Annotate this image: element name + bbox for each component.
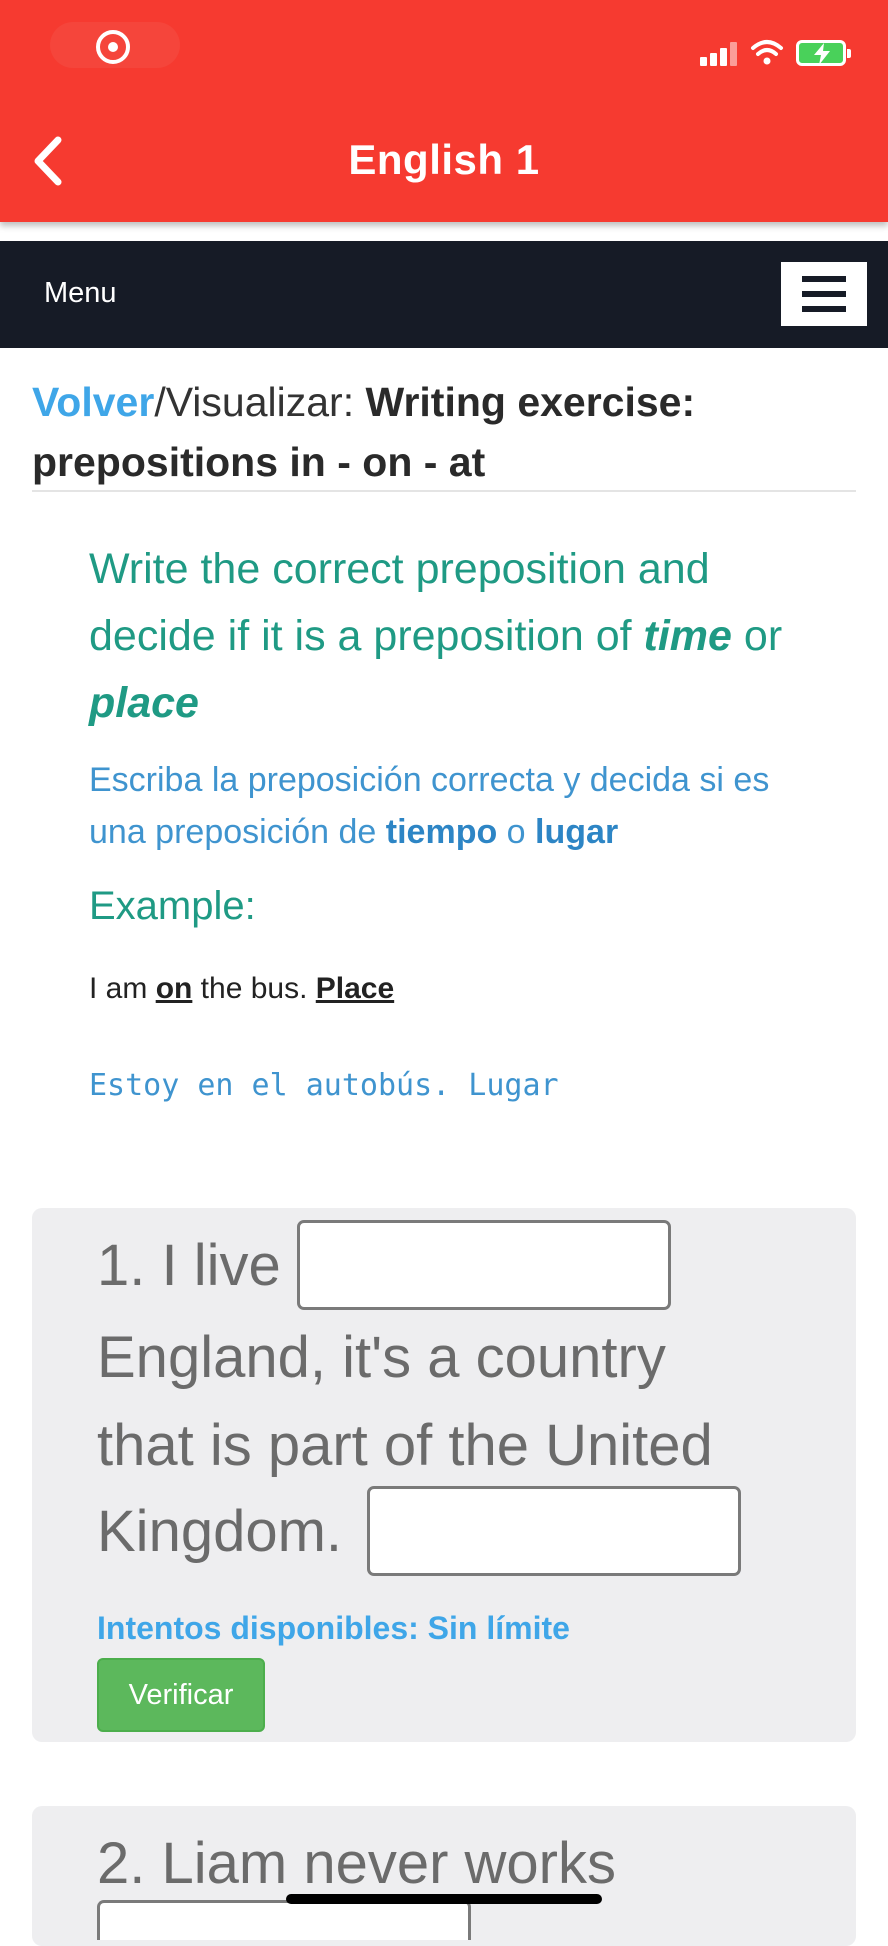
example-spanish: Estoy en el autobús. Lugar — [89, 1068, 559, 1103]
divider — [32, 490, 856, 492]
verify-button[interactable]: Verificar — [97, 1658, 265, 1732]
example-heading: Example: — [89, 884, 256, 928]
instructions-english-text: Write the correct preposition and decide… — [89, 545, 710, 660]
question-1-line-2: England, it's a country — [97, 1325, 666, 1390]
instructions-spanish: Escriba la preposición correcta y decida… — [89, 754, 829, 858]
wifi-icon — [751, 40, 783, 65]
question-1-answer-2-input[interactable] — [367, 1486, 741, 1576]
breadcrumb-separator: /Visualizar: — [154, 379, 366, 425]
instructions-english-or: or — [731, 612, 783, 660]
example-preposition: on — [155, 972, 193, 1005]
question-1-answer-1-input[interactable] — [297, 1220, 671, 1310]
emphasis-place: place — [89, 679, 199, 727]
attempts-available: Intentos disponibles: Sin límite — [97, 1610, 570, 1646]
app-header: English 1 — [0, 0, 888, 222]
screen-record-icon — [96, 30, 130, 64]
question-2-answer-input[interactable] — [97, 1900, 471, 1940]
app-title: English 1 — [348, 136, 540, 183]
question-1-line-3: that is part of the United — [97, 1413, 713, 1478]
menu-label[interactable]: Menu — [44, 277, 117, 310]
back-link[interactable]: Volver — [32, 379, 154, 425]
hamburger-menu-button[interactable] — [781, 262, 867, 326]
example-english: I am on the bus. Place — [89, 972, 394, 1006]
example-text-1: I am — [89, 972, 156, 1005]
emphasis-time: time — [643, 612, 732, 660]
instructions-spanish-o: o — [497, 813, 536, 851]
question-2-line-1: 2. Liam never works — [97, 1831, 616, 1896]
emphasis-lugar: lugar — [535, 813, 619, 851]
home-indicator — [286, 1894, 602, 1904]
breadcrumb: Volver/Visualizar: Writing exercise: pre… — [32, 372, 856, 492]
battery-charging-icon — [796, 40, 851, 66]
question-1-line-1: 1. I live — [97, 1233, 281, 1298]
instructions-english: Write the correct preposition and decide… — [89, 536, 829, 737]
charging-bolt-icon — [814, 43, 830, 65]
menu-bar: Menu — [0, 241, 888, 348]
emphasis-tiempo: tiempo — [385, 813, 498, 851]
question-1-line-4: Kingdom. — [97, 1499, 343, 1564]
example-text-2: the bus. — [192, 972, 316, 1005]
cellular-signal-icon — [700, 42, 740, 66]
example-type: Place — [315, 972, 395, 1005]
